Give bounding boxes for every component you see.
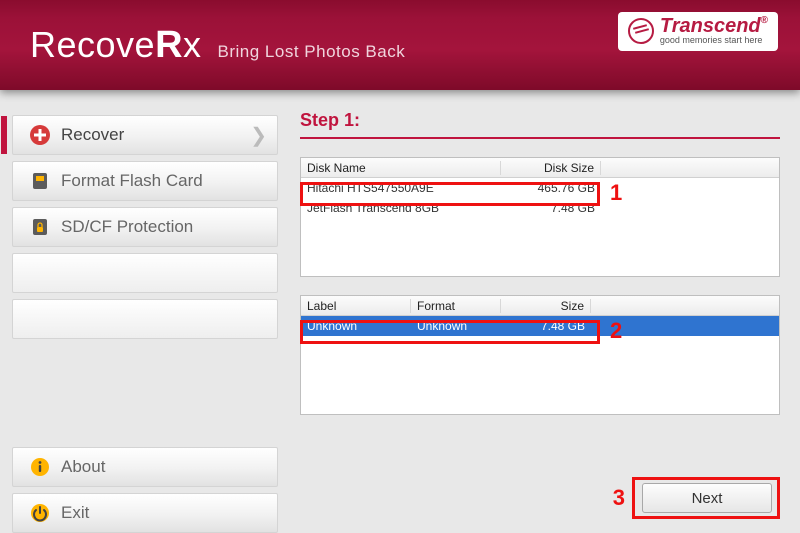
sidebar-label-about: About [61,457,105,477]
disk-name-cell: Hitachi HTS547550A9E [301,181,501,195]
partition-label-cell: Unknown [301,319,411,333]
partition-size-cell: 7.48 GB [501,319,591,333]
col-disk-name[interactable]: Disk Name [301,161,501,175]
disk-row[interactable]: JetFlash Transcend 8GB 7.48 GB [301,198,779,218]
flash-card-icon [29,170,51,192]
main-panel: Step 1: Disk Name Disk Size Hitachi HTS5… [290,90,800,533]
app-title: RecoveRx Bring Lost Photos Back [30,24,405,67]
sidebar: Recover ❯ Format Flash Card SD/CF Protec… [0,90,290,533]
disk-name-cell: JetFlash Transcend 8GB [301,201,501,215]
sidebar-label-protection: SD/CF Protection [61,217,193,237]
callout-label-1: 1 [610,180,622,206]
partition-row[interactable]: Unknown Unknown 7.48 GB [301,316,779,336]
sidebar-item-empty-2 [12,299,278,339]
info-icon [29,456,51,478]
sidebar-label-exit: Exit [61,503,89,523]
next-button[interactable]: Next [642,483,772,513]
chevron-right-icon: ❯ [250,123,267,148]
sidebar-label-recover: Recover [61,125,124,145]
partition-format-cell: Unknown [411,319,501,333]
disk-row[interactable]: Hitachi HTS547550A9E 465.76 GB [301,178,779,198]
power-icon [29,502,51,524]
brand-name: Transcend [660,16,768,36]
col-disk-size[interactable]: Disk Size [501,161,601,175]
disk-size-cell: 7.48 GB [501,201,601,215]
title-part-a: Recove [30,24,155,66]
partition-list-panel: Label Format Size Unknown Unknown 7.48 G… [300,295,780,415]
brand-tagline: good memories start here [660,36,768,45]
sidebar-item-exit[interactable]: Exit [12,493,278,533]
sidebar-item-protection[interactable]: SD/CF Protection [12,207,278,247]
partition-table-header: Label Format Size [301,296,779,316]
lock-icon [29,216,51,238]
app-subtitle: Bring Lost Photos Back [218,42,406,62]
brand-badge: Transcend good memories start here [618,12,778,51]
disk-list-panel: Disk Name Disk Size Hitachi HTS547550A9E… [300,157,780,277]
step-title: Step 1: [300,110,780,139]
app-header: RecoveRx Bring Lost Photos Back Transcen… [0,0,800,90]
transcend-logo-icon [628,18,654,44]
title-part-b: R [155,24,183,67]
sidebar-item-about[interactable]: About [12,447,278,487]
callout-label-3: 3 [613,485,625,511]
disk-table-header: Disk Name Disk Size [301,158,779,178]
sidebar-label-format: Format Flash Card [61,171,203,191]
col-partition-size[interactable]: Size [501,299,591,313]
sidebar-item-recover[interactable]: Recover ❯ [12,115,278,155]
sidebar-item-format[interactable]: Format Flash Card [12,161,278,201]
sidebar-item-empty-1 [12,253,278,293]
disk-size-cell: 465.76 GB [501,181,601,195]
title-part-c: x [183,24,202,66]
recover-icon [29,124,51,146]
col-partition-format[interactable]: Format [411,299,501,313]
callout-label-2: 2 [610,318,622,344]
col-partition-label[interactable]: Label [301,299,411,313]
